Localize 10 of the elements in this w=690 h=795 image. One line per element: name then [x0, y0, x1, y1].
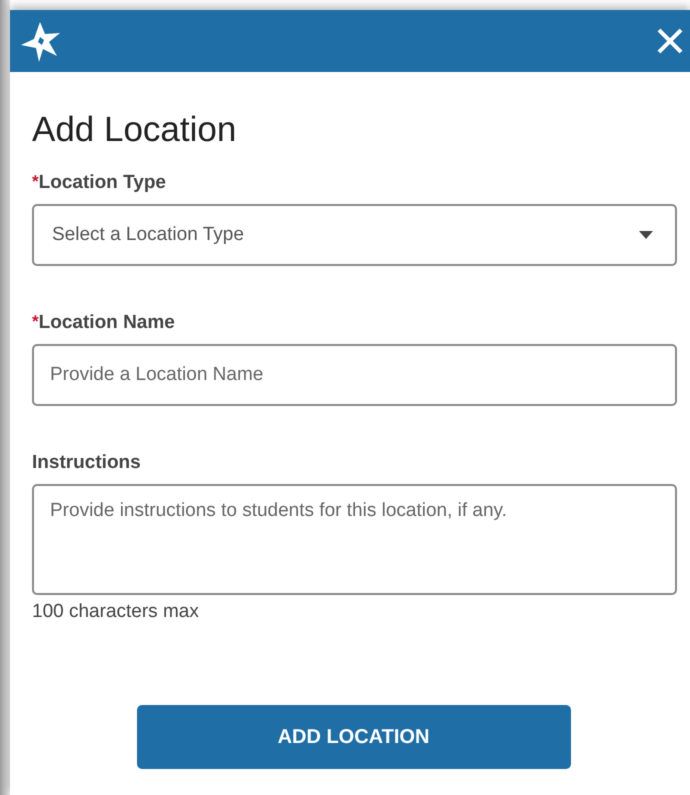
field-label: Instructions — [32, 452, 141, 474]
input-field[interactable]: Provide a Location Name — [32, 344, 677, 406]
dropdown-field[interactable]: Select a Location Type — [32, 204, 677, 266]
caret-icon — [639, 231, 653, 239]
textarea-field[interactable]: Provide instructions to students for this location, if any. — [32, 484, 677, 595]
field-label: *Location Name — [32, 312, 175, 334]
dialog-title: Add Location — [32, 110, 238, 150]
add-location-button[interactable]: ADD LOCATION — [136, 705, 570, 769]
field-hint: 100 characters max — [32, 601, 200, 623]
field-label: *Location Type — [32, 172, 166, 194]
